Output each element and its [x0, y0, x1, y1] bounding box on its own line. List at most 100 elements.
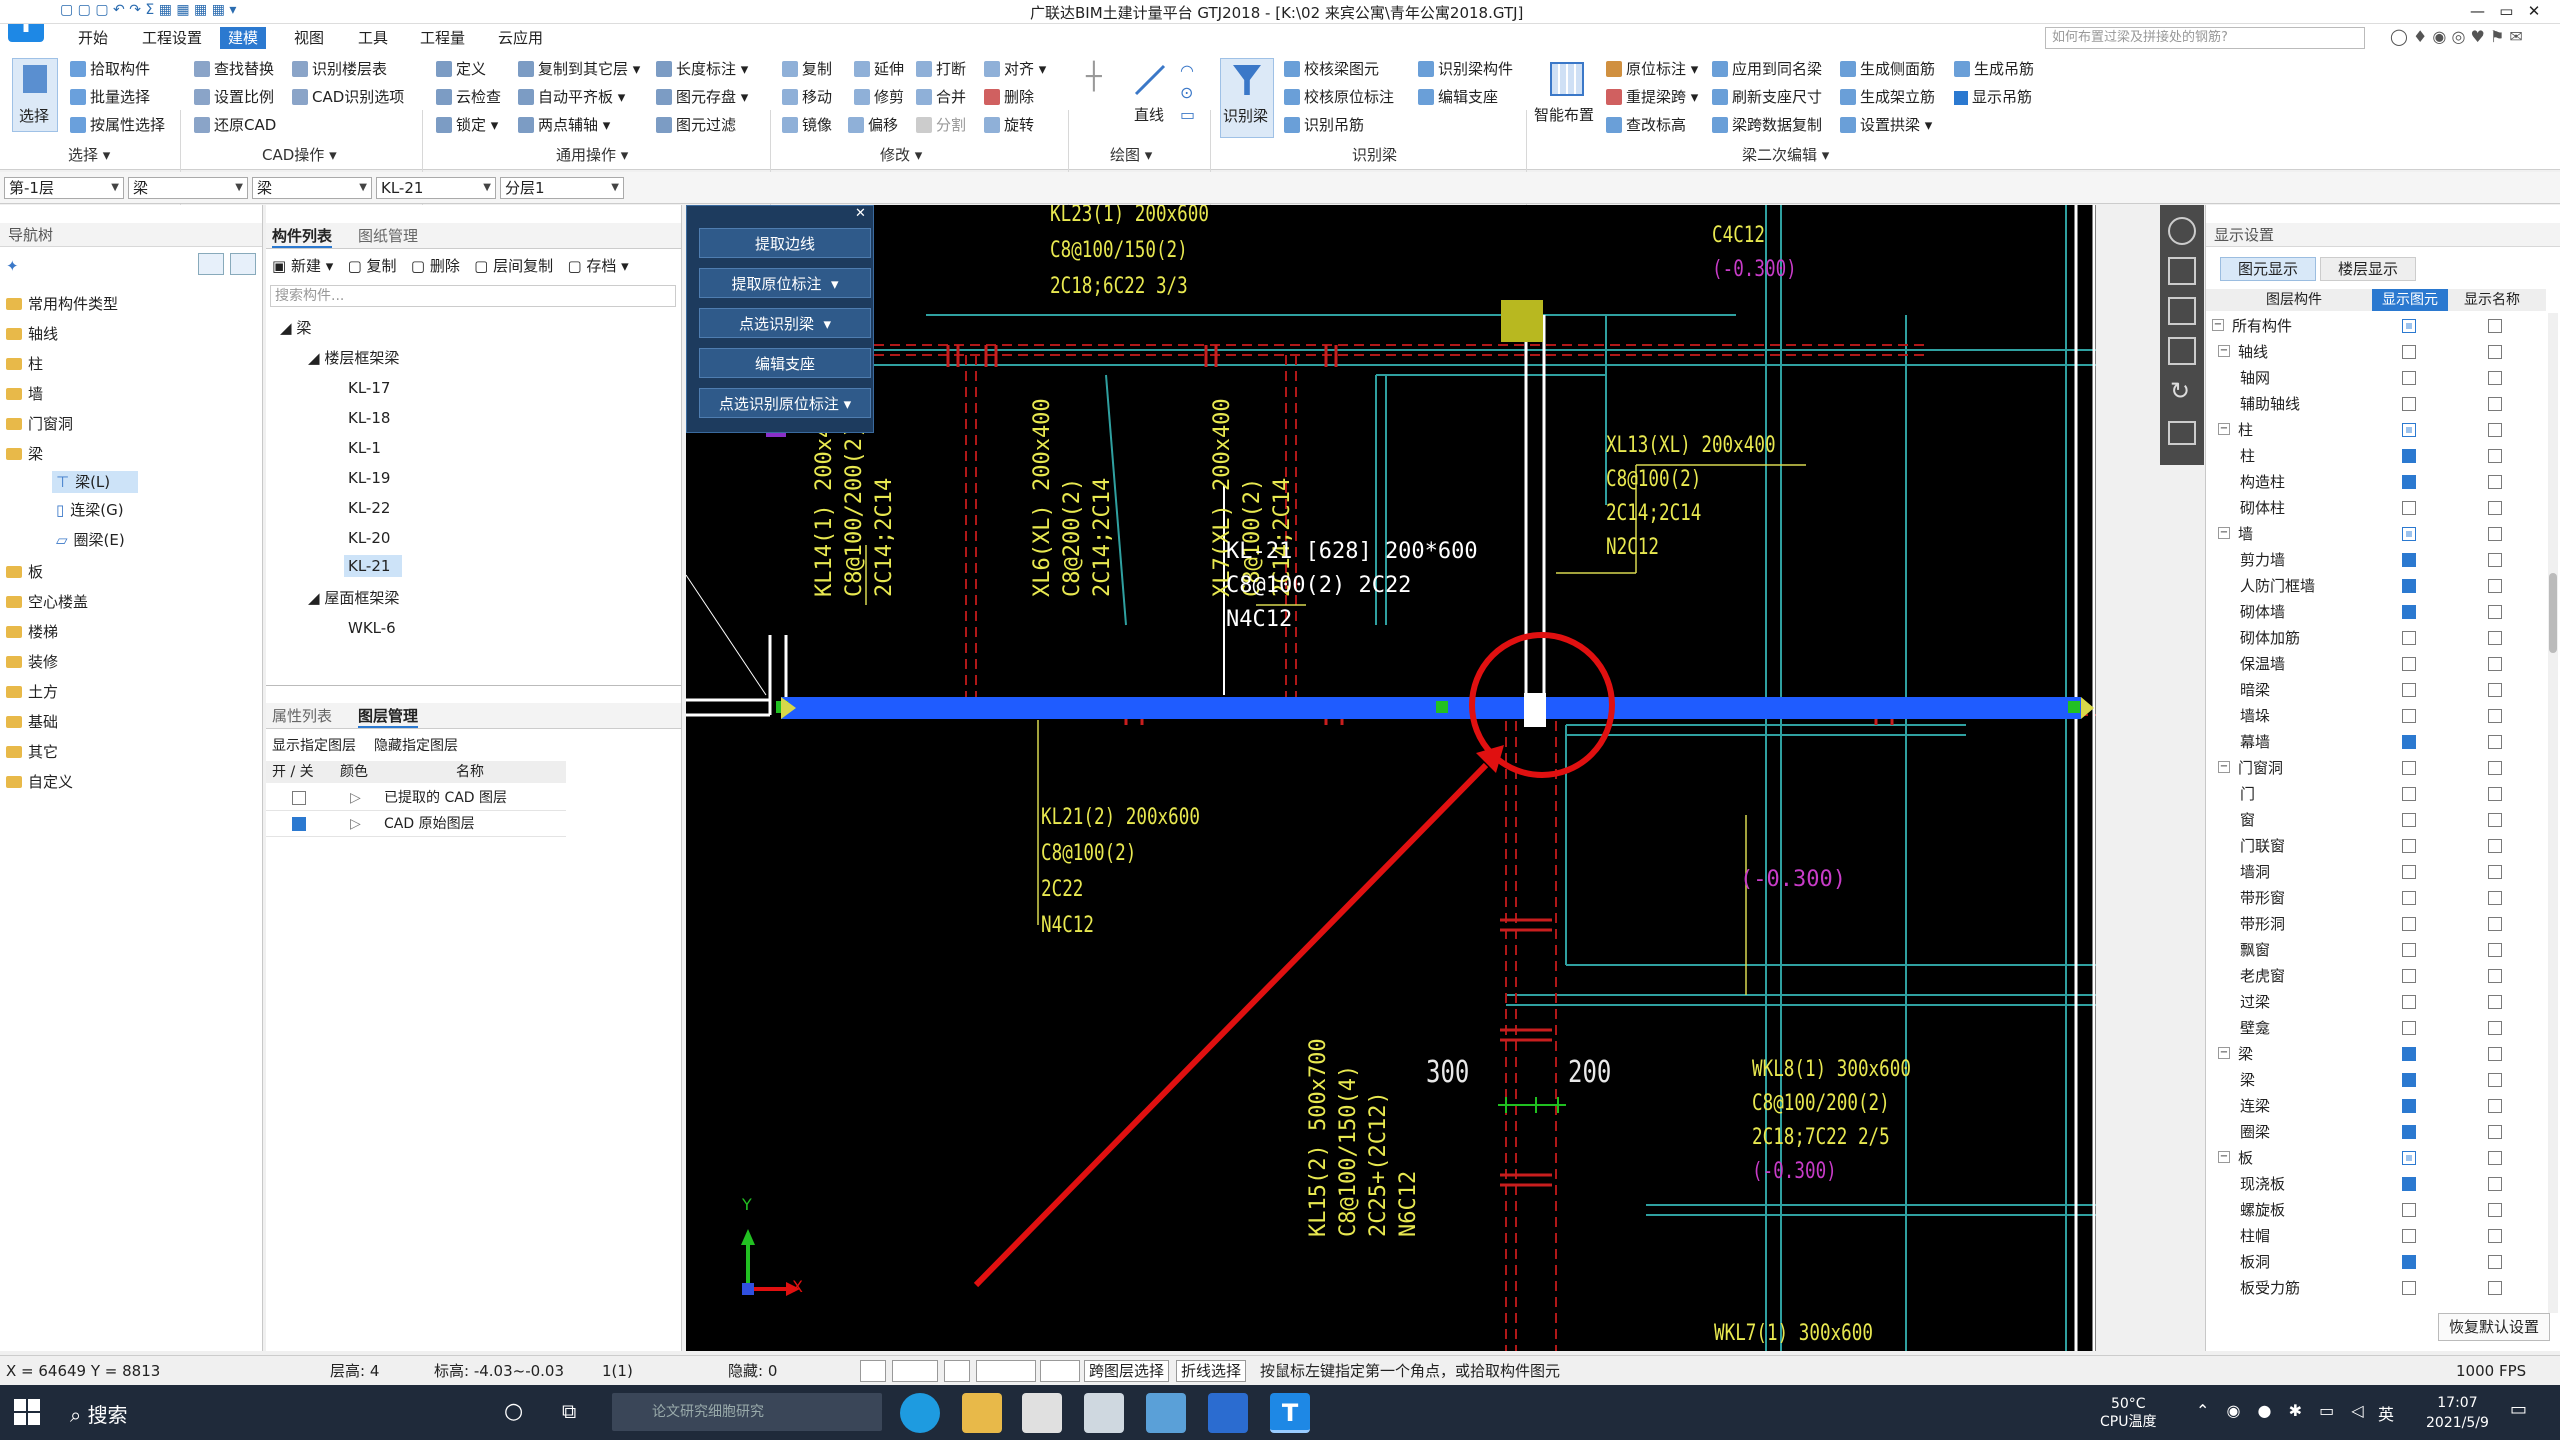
show-name-checkbox[interactable] — [2488, 1073, 2502, 1087]
show-element-checkbox[interactable] — [2402, 995, 2416, 1009]
nav-item-beam-l[interactable]: ⊤ 梁(L) — [52, 471, 138, 493]
line-draw-button[interactable] — [1130, 60, 1170, 100]
restore-cad-button[interactable]: 还原CAD — [194, 114, 276, 136]
new-button[interactable]: ▣ 新建 ▾ — [272, 257, 333, 275]
copy-button[interactable]: 复制 — [782, 58, 832, 80]
show-name-checkbox[interactable] — [2488, 449, 2502, 463]
layer-toggle-cad-original[interactable] — [292, 817, 306, 831]
show-name-checkbox[interactable] — [2488, 1047, 2502, 1061]
show-element-checkbox[interactable] — [2402, 1203, 2416, 1217]
mail-icon[interactable] — [1084, 1393, 1124, 1433]
nav-item-axis[interactable]: 轴线 — [6, 323, 58, 345]
merge-button[interactable]: 合并 — [916, 86, 966, 108]
move-button[interactable]: 移动 — [782, 86, 832, 108]
popup-close-icon[interactable]: ✕ — [855, 206, 866, 221]
set-arch-beam-button[interactable]: 设置拱梁 ▾ — [1840, 114, 1932, 136]
show-element-checkbox[interactable] — [2402, 475, 2416, 489]
two-point-axis-button[interactable]: 两点辅轴 ▾ — [518, 114, 610, 136]
show-name-checkbox[interactable] — [2488, 839, 2502, 853]
show-name-checkbox[interactable] — [2488, 475, 2502, 489]
nav-item-hollow-floor[interactable]: 空心楼盖 — [6, 591, 88, 613]
show-layer-link[interactable]: 显示指定图层 — [272, 735, 356, 755]
tree-item-kl18[interactable]: KL-18 — [348, 407, 390, 429]
show-element-checkbox[interactable] — [2402, 709, 2416, 723]
nav-item-custom[interactable]: 自定义 — [6, 771, 73, 793]
show-hanger-checkbox[interactable]: 显示吊筋 — [1954, 86, 2032, 108]
recognize-beam-button[interactable]: 识别梁 — [1220, 58, 1274, 138]
taskbar-search[interactable]: ⌕ 搜索 — [70, 1399, 128, 1428]
recognize-beam-component-button[interactable]: 识别梁构件 — [1418, 58, 1513, 80]
nav-item-slab[interactable]: 板 — [6, 561, 43, 583]
nav-item-stairs[interactable]: 楼梯 — [6, 621, 58, 643]
collapse-icon[interactable]: − — [2218, 527, 2230, 539]
extend-button[interactable]: 延伸 — [854, 58, 904, 80]
floor-copy-button[interactable]: ▢ 层间复制 — [474, 257, 553, 275]
show-name-checkbox[interactable] — [2488, 787, 2502, 801]
copy-component-button[interactable]: ▢ 复制 — [348, 257, 397, 275]
group-label-modify[interactable]: 修改 ▾ — [880, 144, 922, 165]
tab-component-list[interactable]: 构件列表 — [272, 225, 333, 248]
nav-item-decoration[interactable]: 装修 — [6, 651, 58, 673]
tab-drawing-management[interactable]: 图纸管理 — [358, 225, 418, 246]
refresh-support-size-button[interactable]: 刷新支座尺寸 — [1712, 86, 1822, 108]
show-name-checkbox[interactable] — [2488, 319, 2502, 333]
generate-side-rebar-button[interactable]: 生成侧面筋 — [1840, 58, 1935, 80]
delete-component-button[interactable]: ▢ 删除 — [411, 257, 460, 275]
show-element-checkbox[interactable] — [2402, 917, 2416, 931]
nav-item-beam[interactable]: 梁 — [6, 443, 43, 465]
menu-start[interactable]: 开始 — [70, 27, 116, 49]
component-select[interactable]: KL-21 ▼ — [376, 177, 496, 199]
show-name-checkbox[interactable] — [2488, 917, 2502, 931]
show-name-checkbox[interactable] — [2488, 527, 2502, 541]
tree-item-kl17[interactable]: KL-17 — [348, 377, 390, 399]
layer-toggle-extracted[interactable] — [292, 791, 306, 805]
show-element-checkbox[interactable] — [2402, 839, 2416, 853]
show-element-checkbox[interactable] — [2402, 1047, 2416, 1061]
tab-layer-management[interactable]: 图层管理 — [358, 705, 419, 728]
show-element-checkbox[interactable] — [2402, 1073, 2416, 1087]
archive-button[interactable]: ▢ 存档 ▾ — [567, 257, 628, 275]
notification-icon[interactable]: ▭ — [2510, 1399, 2527, 1420]
auto-align-slab-button[interactable]: 自动平齐板 ▾ — [518, 86, 625, 108]
expand-icon[interactable]: ▷ — [350, 811, 361, 837]
browser-search-box[interactable]: 论文研究细胞研究 — [612, 1393, 882, 1431]
show-name-checkbox[interactable] — [2488, 813, 2502, 827]
nav-item-coupling-beam[interactable]: ▯ 连梁(G) — [56, 499, 124, 521]
show-name-checkbox[interactable] — [2488, 1281, 2502, 1295]
task-view-icon[interactable]: ⧉ — [562, 1399, 576, 1423]
offset-button[interactable]: 偏移 — [848, 114, 898, 136]
check-in-place-annotation-button[interactable]: 校核原位标注 — [1284, 86, 1394, 108]
show-element-checkbox[interactable] — [2402, 397, 2416, 411]
nav-item-other[interactable]: 其它 — [6, 741, 58, 763]
show-name-checkbox[interactable] — [2488, 1099, 2502, 1113]
nav-item-foundation[interactable]: 基础 — [6, 711, 58, 733]
show-element-checkbox[interactable] — [2402, 579, 2416, 593]
show-element-checkbox[interactable] — [2402, 943, 2416, 957]
show-name-checkbox[interactable] — [2488, 1229, 2502, 1243]
show-name-checkbox[interactable] — [2488, 1203, 2502, 1217]
collapse-icon[interactable]: − — [2218, 345, 2230, 357]
align-button[interactable]: 对齐 ▾ — [984, 58, 1046, 80]
group-label-select[interactable]: 选择 ▾ — [68, 144, 110, 165]
select-tool-button[interactable]: 选择 — [12, 58, 58, 132]
show-element-checkbox[interactable] — [2402, 683, 2416, 697]
modify-elevation-button[interactable]: 查改标高 — [1606, 114, 1686, 136]
show-name-checkbox[interactable] — [2488, 605, 2502, 619]
help-search-input[interactable]: 如何布置过梁及拼接处的钢筋? — [2045, 27, 2365, 49]
column-block[interactable] — [1501, 300, 1543, 342]
group-label-beam-edit[interactable]: 梁二次编辑 ▾ — [1742, 144, 1829, 165]
word-icon[interactable] — [1208, 1393, 1248, 1433]
show-name-checkbox[interactable] — [2488, 501, 2502, 515]
show-element-checkbox[interactable] — [2402, 787, 2416, 801]
cross-layer-select-button[interactable]: 跨图层选择 — [1084, 1360, 1170, 1382]
show-element-checkbox[interactable] — [2402, 631, 2416, 645]
generate-erection-rebar-button[interactable]: 生成架立筋 — [1840, 86, 1935, 108]
group-label-cad[interactable]: CAD操作 ▾ — [262, 144, 337, 165]
ortho-toggle[interactable] — [860, 1360, 886, 1382]
store-icon[interactable] — [1022, 1393, 1062, 1433]
system-tray-icons[interactable]: ⌃ ◉ ● ✱ ▭ ◁ — [2196, 1401, 2370, 1420]
point-recognize-beam-button[interactable]: 点选识别梁 ▾ — [699, 308, 871, 338]
dynamic-input-toggle[interactable] — [1040, 1360, 1080, 1382]
expand-icon[interactable]: ▷ — [350, 785, 361, 811]
batch-select-button[interactable]: 批量选择 — [70, 86, 150, 108]
